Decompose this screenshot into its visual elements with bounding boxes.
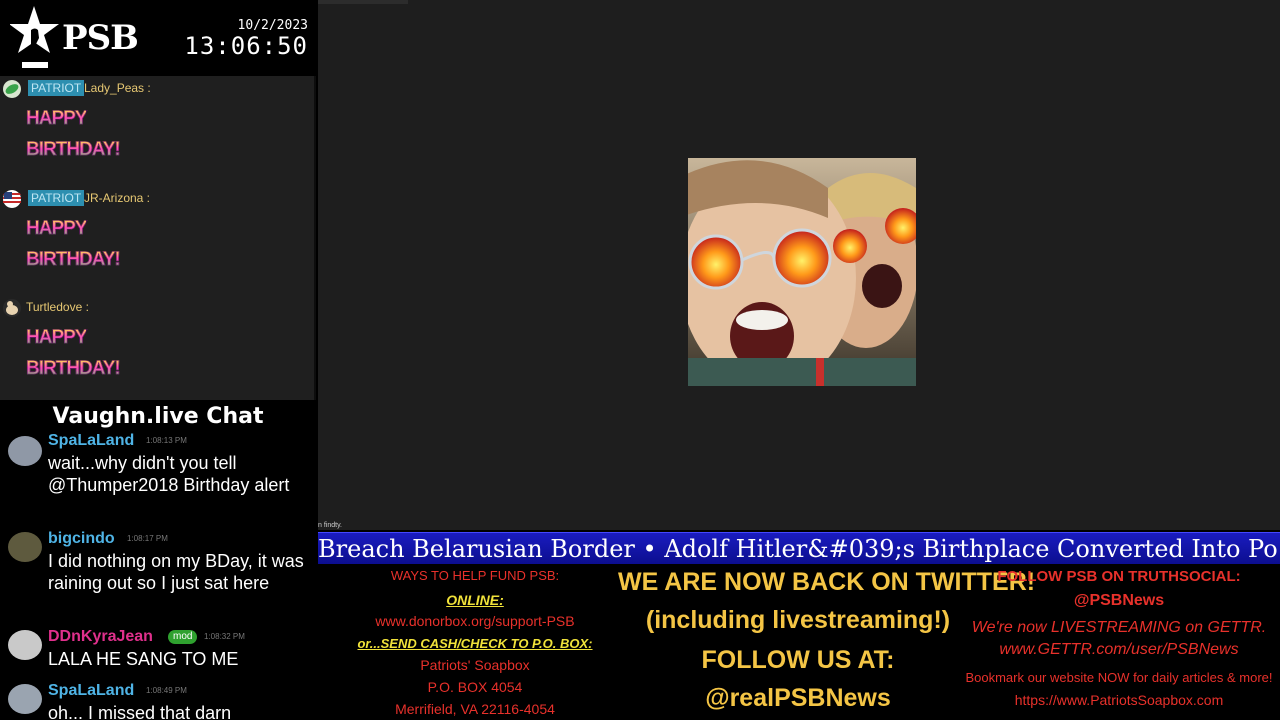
chat-message-header: PATRIOT JR-Arizona : xyxy=(0,190,310,208)
stage-tab-bar xyxy=(318,0,408,4)
fund-psb-column: WAYS TO HELP FUND PSB: ONLINE: www.donor… xyxy=(318,564,632,720)
logo-clock-bar: PSB 10/2/2023 13:06:50 xyxy=(0,0,316,76)
message-time: 1:08:49 PM xyxy=(146,686,187,695)
birthday-text: BIRTHDAY! xyxy=(26,358,121,380)
leaf-avatar-icon xyxy=(3,80,21,98)
psb-logo-text: PSB xyxy=(62,18,139,58)
mod-badge: mod xyxy=(168,630,198,644)
chat-message-header: Turtledove : xyxy=(0,299,310,317)
truthsocial-heading: FOLLOW PSB ON TRUTHSOCIAL: xyxy=(997,568,1241,585)
screen-share-area: n findty. xyxy=(318,0,1280,530)
message-text: wait...why didn't you tell @Thumper2018 … xyxy=(48,453,290,495)
patriot-badge: PATRIOT xyxy=(28,190,85,206)
vaughn-chat-panel: Vaughn.live Chat SpaLaLand 1:08:13 PM wa… xyxy=(0,400,316,720)
dove-avatar-icon xyxy=(3,299,21,317)
stage-caption: n findty. xyxy=(318,522,342,529)
bookmark-line: Bookmark our website NOW for daily artic… xyxy=(965,670,1273,685)
twitter-line-3: FOLLOW US AT: xyxy=(701,646,895,674)
info-panel: WAYS TO HELP FUND PSB: ONLINE: www.donor… xyxy=(318,564,1280,720)
news-ticker: Breach Belarusian Border • Adolf Hitler&… xyxy=(318,532,1280,564)
overlay-chat-panel: PSB 10/2/2023 13:06:50 PATRIOT Lady_Peas… xyxy=(0,0,316,400)
birthday-photo xyxy=(688,158,916,386)
chat-message: PATRIOT JR-Arizona : HAPPY BIRTHDAY! xyxy=(0,190,310,290)
vaughn-message: DDnKyraJean mod 1:08:32 PM LALA HE SANG … xyxy=(0,628,316,672)
truthsocial-column: FOLLOW PSB ON TRUTHSOCIAL: @PSBNews We'r… xyxy=(958,564,1280,720)
happy-text: HAPPY xyxy=(26,327,88,349)
us-flag-avatar-icon xyxy=(3,190,21,208)
chat-message: PATRIOT Lady_Peas : HAPPY BIRTHDAY! xyxy=(0,80,310,180)
chat-message: Turtledove : HAPPY BIRTHDAY! xyxy=(0,299,310,399)
chat-username: Lady_Peas : xyxy=(84,81,151,95)
donorbox-link[interactable]: www.donorbox.org/support-PSB xyxy=(318,613,632,629)
message-time: 1:08:32 PM xyxy=(204,632,245,641)
mail-label: or...SEND CASH/CHECK TO P.O. BOX: xyxy=(357,636,593,651)
twitter-column: WE ARE NOW BACK ON TWITTER! (including l… xyxy=(618,564,1036,720)
twitter-line-1: WE ARE NOW BACK ON TWITTER! xyxy=(618,568,1036,596)
truthsocial-handle[interactable]: @PSBNews xyxy=(958,592,1280,610)
happy-text: HAPPY xyxy=(26,218,88,240)
twitter-handle[interactable]: @realPSBNews xyxy=(618,684,978,713)
avatar xyxy=(8,532,42,562)
message-time: 1:08:17 PM xyxy=(127,534,168,543)
twitter-line-2: (including livestreaming!) xyxy=(645,606,951,634)
gettr-line: We're now LIVESTREAMING on GETTR. xyxy=(971,619,1267,636)
message-text: oh... I missed that darn xyxy=(48,703,232,720)
message-text: LALA HE SANG TO ME xyxy=(48,649,239,669)
address-line-2: P.O. BOX 4054 xyxy=(427,679,523,695)
vaughn-username[interactable]: bigcindo xyxy=(48,530,115,548)
message-text: I did nothing on my BDay, it was raining… xyxy=(48,551,304,593)
star-logo-icon xyxy=(10,6,59,68)
website-url[interactable]: https://www.PatriotsSoapbox.com xyxy=(958,692,1280,708)
message-time: 1:08:13 PM xyxy=(146,436,187,445)
chat-username: JR-Arizona : xyxy=(84,191,151,205)
happy-text: HAPPY xyxy=(26,108,88,130)
avatar xyxy=(8,684,42,714)
address-line-3: Merrifield, VA 22116-4054 xyxy=(395,701,555,717)
clock-date: 10/2/2023 xyxy=(237,18,308,33)
vaughn-message: bigcindo 1:08:17 PM I did nothing on my … xyxy=(0,530,316,620)
avatar xyxy=(8,630,42,660)
patriot-badge: PATRIOT xyxy=(28,80,85,96)
vaughn-username[interactable]: SpaLaLand xyxy=(48,432,134,450)
chat-username: Turtledove : xyxy=(26,300,89,314)
fund-heading: WAYS TO HELP FUND PSB: xyxy=(390,568,560,583)
online-label: ONLINE: xyxy=(446,592,504,608)
birthday-text: BIRTHDAY! xyxy=(26,249,121,271)
clock-time: 13:06:50 xyxy=(184,32,308,60)
gettr-url[interactable]: www.GETTR.com/user/PSBNews xyxy=(958,641,1280,659)
avatar xyxy=(8,436,42,466)
vaughn-username[interactable]: DDnKyraJean xyxy=(48,628,153,646)
vaughn-username[interactable]: SpaLaLand xyxy=(48,682,134,700)
chat-message-header: PATRIOT Lady_Peas : xyxy=(0,80,310,98)
address-line-1: Patriots' Soapbox xyxy=(420,657,530,673)
vaughn-message: SpaLaLand 1:08:13 PM wait...why didn't y… xyxy=(0,432,316,520)
vaughn-message: SpaLaLand 1:08:49 PM oh... I missed that… xyxy=(0,682,316,720)
ticker-text: Breach Belarusian Border • Adolf Hitler&… xyxy=(318,535,1278,563)
vaughn-chat-title: Vaughn.live Chat xyxy=(52,404,264,429)
birthday-text: BIRTHDAY! xyxy=(26,139,121,161)
